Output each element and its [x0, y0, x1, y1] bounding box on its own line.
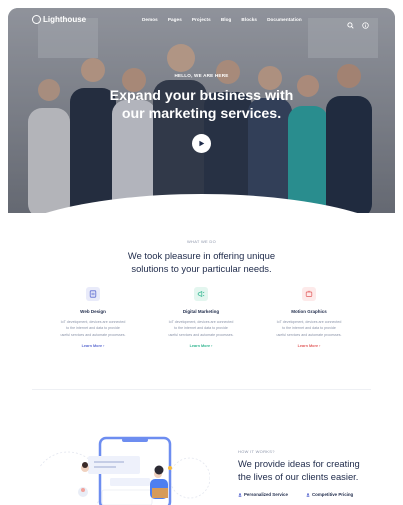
service-desc-line: useful services and automate processes. [60, 332, 126, 337]
feature-label: Personalized Service [244, 492, 288, 497]
learn-more-link[interactable]: Learn More › [259, 344, 359, 348]
top-nav: Lighthouse Demos Pages Projects Blog Blo… [8, 8, 395, 32]
services-eyebrow: WHAT WE DO [186, 239, 217, 244]
how-it-works-title: We provide ideas for creating the lives … [238, 457, 398, 483]
service-description: IoT development, devices are connected t… [43, 319, 143, 338]
service-description: IoT development, devices are connected t… [259, 319, 359, 338]
service-title: Web Design [80, 309, 106, 314]
service-description: IoT development, devices are connected t… [151, 319, 251, 338]
nav-icons [347, 16, 369, 29]
services-title: We took pleasure in offering unique solu… [0, 249, 403, 275]
service-web-design: Web Design IoT development, devices are … [43, 287, 143, 348]
learn-more-label: Learn More [189, 343, 211, 348]
nav-item-documentation[interactable]: Documentation [267, 17, 302, 22]
service-digital-marketing: Digital Marketing IoT development, devic… [151, 287, 251, 348]
nav-item-blocks[interactable]: Blocks [241, 17, 257, 22]
service-title: Motion Graphics [291, 309, 327, 314]
hero-section: Lighthouse Demos Pages Projects Blog Blo… [8, 8, 395, 213]
how-it-works-title-line-1: We provide ideas for creating [238, 458, 360, 469]
nav-item-projects[interactable]: Projects [192, 17, 211, 22]
phone-illustration [40, 436, 210, 505]
logo[interactable]: Lighthouse [32, 15, 86, 24]
hero-title: Expand your business with our marketing … [8, 87, 395, 123]
hero-title-line-1: Expand your business with [109, 88, 294, 104]
user-icon [238, 492, 242, 497]
service-title: Digital Marketing [182, 309, 220, 314]
nav-item-pages[interactable]: Pages [168, 17, 182, 22]
search-icon[interactable] [347, 16, 354, 29]
learn-more-label: Learn More [81, 343, 103, 348]
service-motion-graphics: Motion Graphics IoT development, devices… [259, 287, 359, 348]
services-title-line-2: solutions to your particular needs. [131, 263, 272, 274]
motion-graphics-icon [302, 287, 316, 301]
services-title-line-1: We took pleasure in offering unique [127, 250, 276, 261]
feature-personalized-service: Personalized Service [238, 492, 288, 497]
megaphone-icon [194, 287, 208, 301]
main-menu: Demos Pages Projects Blog Blocks Documen… [142, 17, 302, 22]
service-desc-line: useful services and automate processes. [276, 332, 342, 337]
section-divider [32, 389, 371, 390]
learn-more-link[interactable]: Learn More › [151, 344, 251, 348]
feature-competitive-pricing: Competitive Pricing [306, 492, 353, 497]
user-icon [306, 492, 310, 497]
learn-more-label: Learn More [297, 343, 319, 348]
learn-more-link[interactable]: Learn More › [43, 344, 143, 348]
play-icon [199, 140, 205, 147]
how-it-works-title-line-2: the lives of our clients easier. [238, 471, 359, 482]
web-design-icon [86, 287, 100, 301]
brand-name: Lighthouse [43, 15, 87, 24]
feature-label: Competitive Pricing [312, 492, 354, 497]
play-video-button[interactable] [192, 134, 211, 153]
hero-eyebrow: HELLO, WE ARE HERE [174, 73, 229, 78]
nav-item-blog[interactable]: Blog [221, 17, 232, 22]
logo-icon [32, 15, 41, 24]
service-desc-line: useful services and automate processes. [168, 332, 234, 337]
info-icon[interactable] [362, 16, 369, 29]
nav-item-demos[interactable]: Demos [142, 17, 158, 22]
how-it-works-eyebrow: HOW IT WORKS? [238, 449, 275, 454]
hero-title-line-2: our marketing services. [121, 106, 282, 122]
